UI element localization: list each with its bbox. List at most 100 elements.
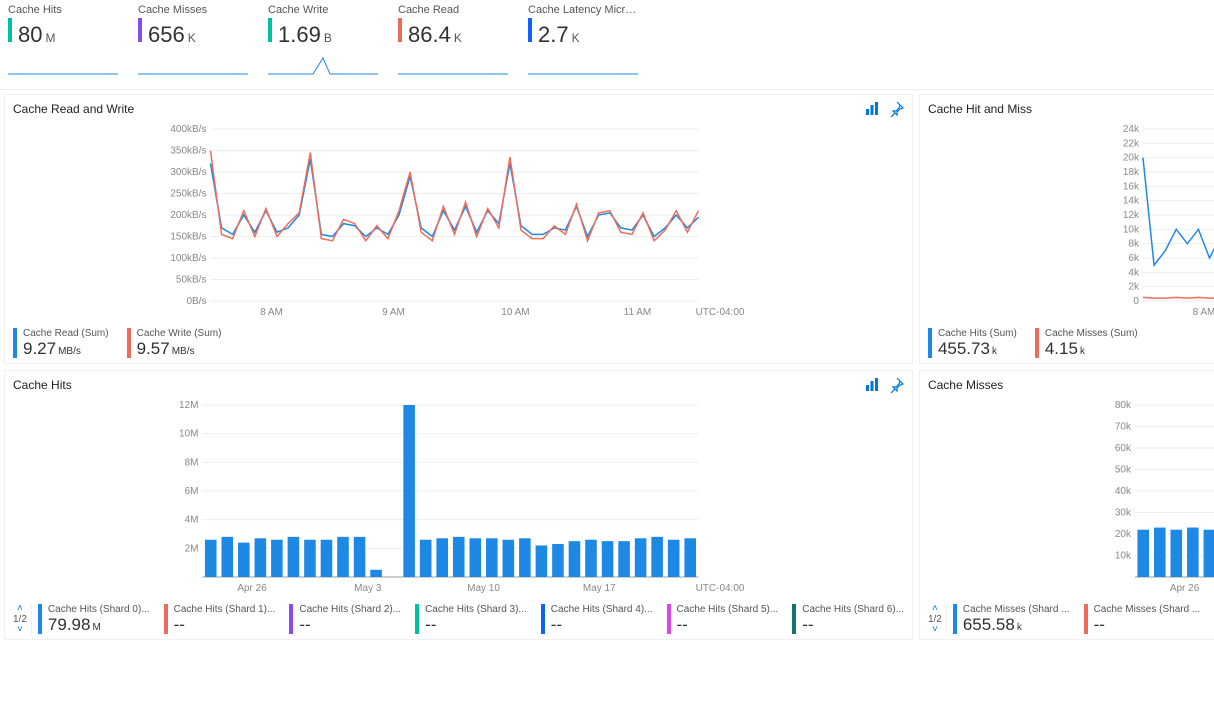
kpi-card: Cache Misses 656 K <box>138 4 248 81</box>
kpi-label: Cache Read <box>398 4 508 16</box>
legend-name: Cache Misses (Shard ... <box>1094 604 1201 615</box>
svg-text:14k: 14k <box>1123 196 1140 207</box>
svg-text:30k: 30k <box>1115 508 1132 519</box>
kpi-color-bar <box>398 18 402 42</box>
legend-item[interactable]: Cache Hits (Shard 3)... -- <box>415 604 527 635</box>
legend-color-bar <box>1035 328 1039 358</box>
legend-item[interactable]: Cache Hits (Shard 4)... -- <box>541 604 653 635</box>
legend-value: -- <box>1094 615 1201 635</box>
kpi-label: Cache Write <box>268 4 378 16</box>
bar-chart-icon[interactable] <box>864 377 880 393</box>
svg-text:16k: 16k <box>1123 181 1140 192</box>
chart-grid: Cache Read and Write 0B/s50kB/s100kB/s15… <box>0 90 1214 644</box>
legend-value: -- <box>174 615 276 635</box>
legend-value: -- <box>677 615 779 635</box>
svg-text:50kB/s: 50kB/s <box>176 275 207 286</box>
chevron-down-icon[interactable]: ˅ <box>17 625 23 635</box>
panel-cache-hits: Cache Hits 2M4M6M8M10M12MApr 26May 3May … <box>4 370 913 640</box>
legend-name: Cache Hits (Shard 0)... <box>48 604 150 615</box>
svg-text:150kB/s: 150kB/s <box>170 232 206 243</box>
svg-text:6M: 6M <box>185 486 199 497</box>
svg-text:10k: 10k <box>1115 551 1132 562</box>
legend-value: -- <box>425 615 527 635</box>
legend-item[interactable]: Cache Misses (Shard ... -- <box>1084 604 1201 635</box>
svg-text:UTC-04:00: UTC-04:00 <box>696 307 745 318</box>
svg-text:8 AM: 8 AM <box>260 307 283 318</box>
legend-name: Cache Hits (Shard 2)... <box>299 604 401 615</box>
svg-text:40k: 40k <box>1115 486 1132 497</box>
legend-name: Cache Misses (Sum) <box>1045 328 1138 339</box>
legend-color-bar <box>289 604 293 634</box>
chevron-up-icon[interactable]: ˄ <box>17 604 23 614</box>
bar-chart-hits: 2M4M6M8M10M12MApr 26May 3May 10May 17UTC… <box>13 397 904 597</box>
legend-value: -- <box>299 615 401 635</box>
svg-text:12k: 12k <box>1123 210 1140 221</box>
legend-value: 455.73k <box>938 339 1017 359</box>
legend-item[interactable]: Cache Hits (Shard 0)... 79.98M <box>38 604 150 635</box>
svg-text:0B/s: 0B/s <box>186 296 206 307</box>
pin-icon[interactable] <box>888 377 904 393</box>
svg-text:400kB/s: 400kB/s <box>170 124 206 135</box>
legend-color-bar <box>667 604 671 634</box>
svg-text:18k: 18k <box>1123 167 1140 178</box>
kpi-unit: B <box>324 31 332 45</box>
kpi-card: Cache Write 1.69 B <box>268 4 378 81</box>
legend-color-bar <box>928 328 932 358</box>
legend-item[interactable]: Cache Hits (Shard 5)... -- <box>667 604 779 635</box>
legend-item[interactable]: Cache Misses (Sum) 4.15k <box>1035 328 1138 359</box>
kpi-label: Cache Misses <box>138 4 248 16</box>
bar-chart-icon[interactable] <box>864 101 880 117</box>
legend-item[interactable]: Cache Hits (Sum) 455.73k <box>928 328 1017 359</box>
kpi-unit: K <box>572 31 580 45</box>
kpi-card: Cache Latency Microsecor 2.7 K <box>528 4 638 81</box>
legend-color-bar <box>164 604 168 634</box>
kpi-value: 1.69 <box>278 22 321 48</box>
svg-text:May 10: May 10 <box>467 583 500 594</box>
kpi-label: Cache Hits <box>8 4 118 16</box>
svg-text:200kB/s: 200kB/s <box>170 210 206 221</box>
legend-value: 4.15k <box>1045 339 1138 359</box>
legend-item[interactable]: Cache Hits (Shard 2)... -- <box>289 604 401 635</box>
line-chart-rw: 0B/s50kB/s100kB/s150kB/s200kB/s250kB/s30… <box>13 121 904 321</box>
legend-item[interactable]: Cache Hits (Shard 1)... -- <box>164 604 276 635</box>
svg-text:24k: 24k <box>1123 124 1140 135</box>
svg-text:12M: 12M <box>179 400 198 411</box>
panel-title: Cache Hits <box>13 378 72 392</box>
legend-pager[interactable]: ˄ 1/2 ˅ <box>928 604 947 635</box>
legend-color-bar <box>953 604 957 634</box>
svg-text:10k: 10k <box>1123 224 1140 235</box>
chevron-down-icon[interactable]: ˅ <box>932 625 938 635</box>
legend-name: Cache Hits (Shard 4)... <box>551 604 653 615</box>
svg-text:80k: 80k <box>1115 400 1132 411</box>
svg-text:Apr 26: Apr 26 <box>1170 583 1200 594</box>
chevron-up-icon[interactable]: ˄ <box>932 604 938 614</box>
legend-item[interactable]: Cache Write (Sum) 9.57MB/s <box>127 328 222 359</box>
svg-text:May 3: May 3 <box>354 583 382 594</box>
svg-text:2k: 2k <box>1128 282 1140 293</box>
legend-item[interactable]: Cache Misses (Shard ... 655.58k <box>953 604 1070 635</box>
legend: Cache Misses (Shard ... 655.58k Cache Mi… <box>953 604 1214 635</box>
svg-text:300kB/s: 300kB/s <box>170 167 206 178</box>
svg-text:4k: 4k <box>1128 267 1140 278</box>
kpi-unit: M <box>45 31 55 45</box>
kpi-unit: K <box>454 31 462 45</box>
sparkline <box>398 54 508 78</box>
legend-value: 9.57MB/s <box>137 339 222 359</box>
legend-item[interactable]: Cache Read (Sum) 9.27MB/s <box>13 328 109 359</box>
legend: Cache Read (Sum) 9.27MB/s Cache Write (S… <box>13 328 904 359</box>
svg-text:0: 0 <box>1133 296 1139 307</box>
svg-text:UTC-04:00: UTC-04:00 <box>696 583 745 594</box>
legend: Cache Hits (Sum) 455.73k Cache Misses (S… <box>928 328 1214 359</box>
kpi-value: 80 <box>18 22 42 48</box>
legend-item[interactable]: Cache Hits (Shard 6)... -- <box>792 604 904 635</box>
svg-text:100kB/s: 100kB/s <box>170 253 206 264</box>
svg-text:20k: 20k <box>1123 153 1140 164</box>
pin-icon[interactable] <box>888 101 904 117</box>
legend-value: -- <box>802 615 904 635</box>
svg-text:May 17: May 17 <box>583 583 616 594</box>
legend-pager[interactable]: ˄ 1/2 ˅ <box>13 604 32 635</box>
svg-text:22k: 22k <box>1123 138 1140 149</box>
svg-text:11 AM: 11 AM <box>624 307 652 318</box>
svg-text:4M: 4M <box>185 515 199 526</box>
kpi-color-bar <box>8 18 12 42</box>
